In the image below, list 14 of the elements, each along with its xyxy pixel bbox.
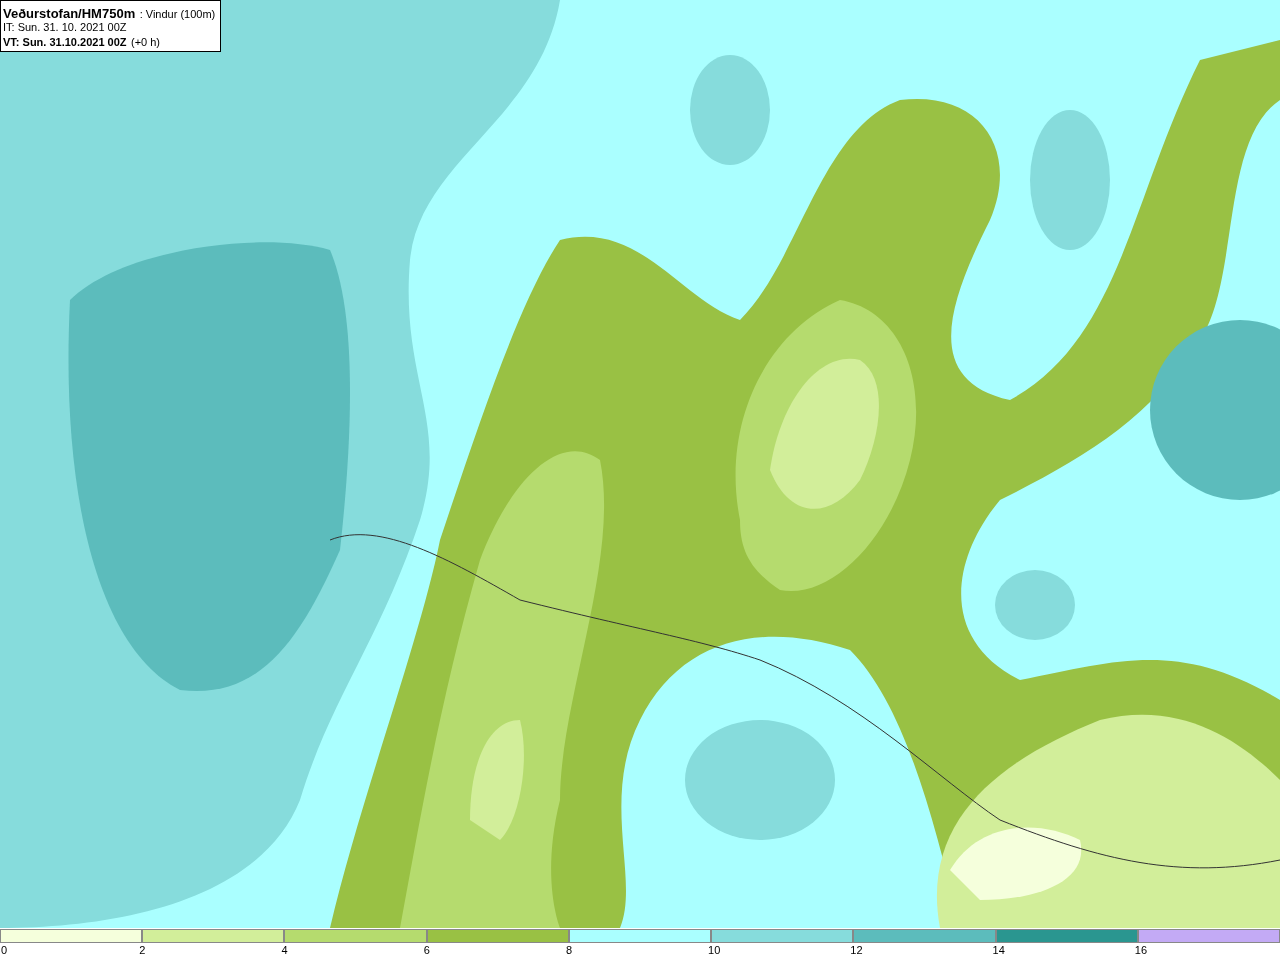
valid-time: VT: Sun. 31.10.2021 00Z [3,36,127,48]
legend-tick-label: 6 [423,943,430,958]
legend-tick-label: 14 [992,943,1005,958]
legend-tick-label: 16 [1134,943,1147,958]
model-name: Veðurstofan/HM750m [3,6,136,21]
issue-time: IT: Sun. 31. 10. 2021 00Z [3,21,128,34]
legend-tick-label: 12 [850,943,863,958]
parameter-label: : Vindur (100m) [139,8,216,20]
legend-tick-label: 10 [708,943,721,958]
legend-tick-label: 8 [565,943,572,958]
legend-tick-label: 4 [281,943,288,958]
lead-time: (+0 h) [130,36,160,48]
legend-tick-label: 0 [1,943,8,958]
legend-tick-label: 2 [139,943,146,958]
